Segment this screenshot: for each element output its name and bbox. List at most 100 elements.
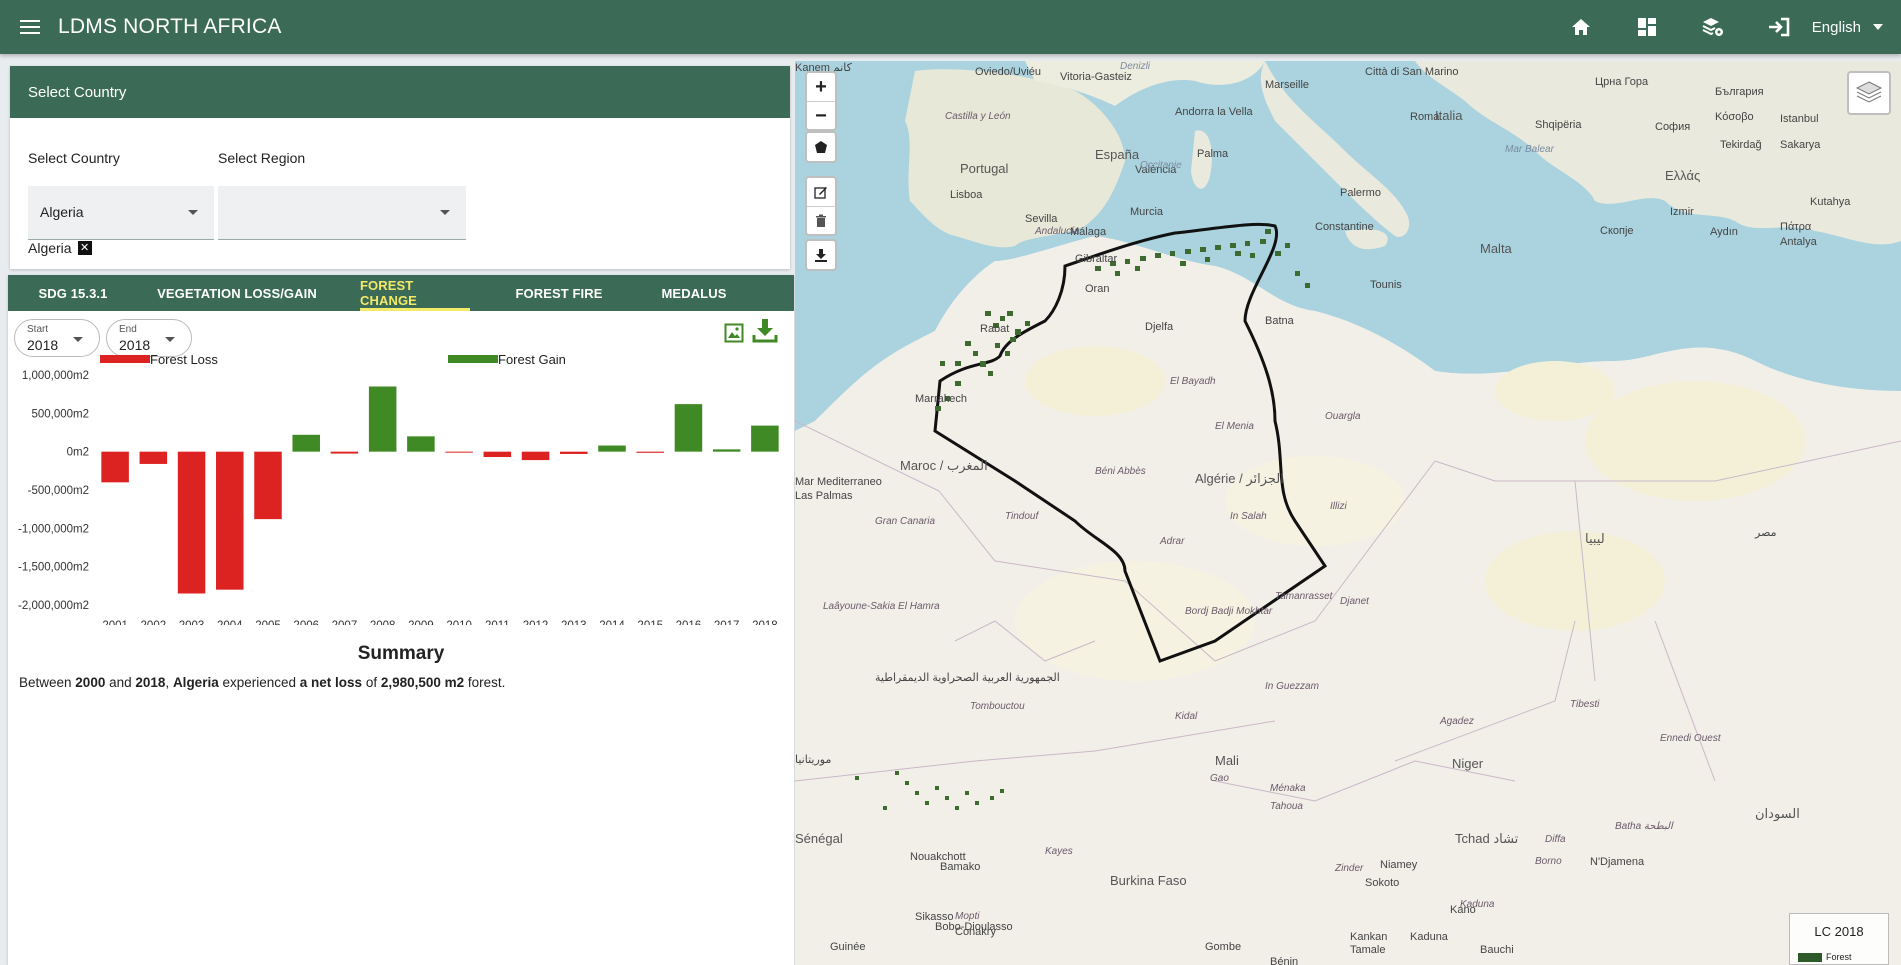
y-tick-label: -1,500,000m2 (18, 562, 89, 574)
country-field-label: Select Country (28, 150, 120, 166)
bar[interactable] (292, 434, 320, 452)
home-icon[interactable] (1568, 14, 1594, 40)
basemap (795, 61, 1901, 965)
y-tick-label: 500,000m2 (31, 408, 89, 420)
x-tick-label: 2006 (293, 620, 319, 625)
bar[interactable] (712, 449, 741, 452)
summary-part: of (362, 675, 381, 690)
legend-label: Forest Gain (498, 355, 566, 367)
map-download-control (805, 239, 837, 271)
y-tick-label: 1,000,000m2 (22, 370, 89, 382)
close-icon[interactable]: ✕ (77, 241, 92, 255)
x-tick-label: 2003 (179, 620, 205, 625)
bar[interactable] (751, 425, 779, 452)
bar[interactable] (674, 404, 703, 452)
x-tick-label: 2011 (485, 620, 510, 625)
bar[interactable] (445, 451, 473, 453)
language-select[interactable]: English (1812, 19, 1883, 36)
menu-icon[interactable] (16, 12, 46, 42)
bar-chart: Forest Loss Forest Gain 1,000,000m2 500,000… (18, 352, 779, 632)
layers-settings-icon[interactable] (1700, 14, 1726, 40)
x-tick-label: 2004 (217, 620, 243, 625)
bar[interactable] (216, 451, 244, 590)
chevron-down-icon (1873, 24, 1883, 30)
y-tick-label: -500,000m2 (28, 485, 89, 497)
summary-title: Summary (357, 643, 445, 664)
end-year-label: End (119, 324, 137, 335)
country-card: Select Country Select Country Select Reg… (10, 66, 790, 269)
start-year-label: Start (27, 324, 49, 335)
zoom-in-button[interactable]: + (807, 73, 835, 101)
tab-forest-change[interactable]: FOREST CHANGE (360, 275, 470, 311)
draw-polygon-control (805, 131, 837, 163)
legend-item: Forest (1798, 952, 1852, 962)
x-tick-label: 2009 (408, 620, 434, 625)
summary-part: Between (19, 675, 76, 690)
bar[interactable] (483, 451, 512, 458)
summary-text: Between 2000 and 2018, Algeria experienc… (19, 675, 505, 690)
bar[interactable] (521, 451, 550, 461)
login-icon[interactable] (1766, 14, 1792, 40)
x-tick-label: 2014 (599, 620, 625, 625)
forest-change-chart: Forest Loss Forest Gain 1,000,000m2 500,000… (8, 352, 794, 632)
summary-part: , (165, 675, 173, 690)
bar[interactable] (407, 436, 435, 452)
legend-swatch (1798, 952, 1822, 962)
country-select[interactable]: Algeria (28, 186, 214, 240)
region-select[interactable] (218, 186, 466, 240)
dashboard-icon[interactable] (1634, 14, 1660, 40)
bar[interactable] (139, 451, 168, 464)
x-tick-label: 2008 (370, 620, 396, 625)
map-view[interactable]: Oviedo/Uviéu Vitoria-Gasteiz Andorra la Ve… (795, 61, 1901, 965)
edit-icon[interactable] (807, 178, 835, 206)
bar[interactable] (636, 451, 664, 453)
bar[interactable] (177, 451, 206, 594)
summary-result: a net loss (299, 675, 363, 690)
tab-vegetation[interactable]: VEGETATION LOSS/GAIN (138, 275, 336, 311)
tab-medalus[interactable]: MEDALUS (624, 275, 764, 311)
download-icon[interactable] (752, 317, 778, 348)
y-tick-label: -1,000,000m2 (18, 523, 89, 535)
chevron-down-icon (165, 337, 175, 342)
download-icon[interactable] (807, 241, 835, 269)
top-app-bar: LDMS NORTH AFRICA English (0, 0, 1901, 54)
zoom-control: + − (805, 71, 837, 131)
edit-control (805, 176, 837, 236)
x-tick-label: 2005 (255, 620, 281, 625)
bar[interactable] (330, 451, 359, 454)
delete-icon[interactable] (807, 206, 835, 234)
end-year-select[interactable]: End 2018 (106, 319, 192, 357)
legend-title: LC 2018 (1814, 924, 1864, 939)
tab-sdg[interactable]: SDG 15.3.1 (8, 275, 138, 311)
x-tick-label: 2017 (714, 620, 740, 625)
polygon-icon[interactable] (807, 133, 835, 161)
zoom-out-button[interactable]: − (807, 101, 835, 129)
analysis-card: SDG 15.3.1 VEGETATION LOSS/GAIN FOREST C… (8, 275, 794, 965)
bar[interactable] (598, 445, 626, 452)
tab-forest-fire[interactable]: FOREST FIRE (494, 275, 624, 311)
y-tick-label: -2,000,000m2 (18, 600, 89, 612)
map-legend: LC 2018 Forest (1789, 913, 1889, 965)
x-tick-label: 2015 (637, 620, 663, 625)
start-year-select[interactable]: Start 2018 (14, 319, 100, 357)
end-year-value: 2018 (119, 337, 151, 353)
layers-icon[interactable] (1847, 71, 1891, 115)
bar[interactable] (368, 386, 397, 452)
legend-label: Forest Loss (150, 355, 218, 367)
x-tick-label: 2018 (752, 620, 778, 625)
x-tick-label: 2010 (446, 620, 472, 625)
start-year-value: 2018 (27, 337, 59, 353)
bar[interactable] (254, 451, 282, 520)
y-tick-label: 0m2 (67, 447, 89, 459)
summary-part: forest. (464, 675, 506, 690)
tab-label: FOREST FIRE (515, 285, 603, 301)
chip-label: Algeria (28, 240, 72, 256)
chevron-down-icon (440, 210, 450, 215)
legend-item-label: Forest (1826, 952, 1852, 962)
summary-part: experienced (218, 675, 300, 690)
image-export-icon[interactable] (724, 323, 744, 348)
analysis-tabs: SDG 15.3.1 VEGETATION LOSS/GAIN FOREST C… (8, 275, 794, 311)
bar[interactable] (560, 451, 588, 454)
country-select-value: Algeria (40, 204, 84, 220)
bar[interactable] (101, 451, 129, 483)
